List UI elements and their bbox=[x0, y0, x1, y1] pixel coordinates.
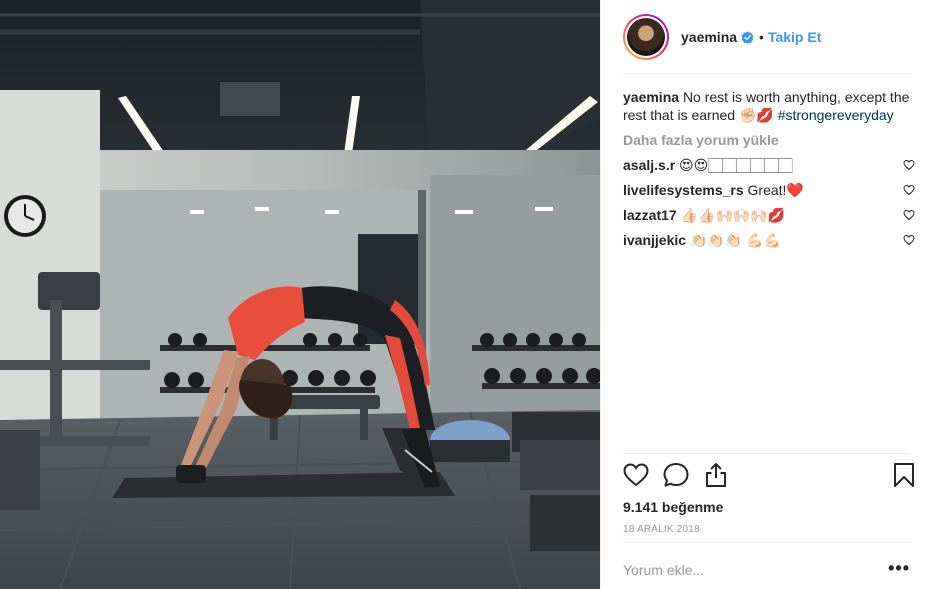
small-heart-icon[interactable] bbox=[903, 234, 915, 246]
bookmark-icon[interactable] bbox=[891, 462, 917, 488]
heart-outline-icon[interactable] bbox=[623, 462, 649, 488]
author-avatar[interactable] bbox=[623, 14, 669, 60]
post-side-panel: yaemina • Takip Et yaemina No rest is wo… bbox=[600, 0, 931, 589]
post-caption: yaemina No rest is worth anything, excep… bbox=[623, 88, 913, 124]
comment-row: lazzat17 👍🏻👍🏻🙌🏻🙌🏻🙌🏻💋 bbox=[623, 207, 915, 223]
comments-section: yaemina No rest is worth anything, excep… bbox=[623, 88, 915, 248]
verified-badge-icon bbox=[741, 30, 754, 44]
follow-button[interactable]: Takip Et bbox=[768, 29, 821, 45]
more-options-icon[interactable]: ••• bbox=[888, 559, 910, 577]
comment-input-divider bbox=[623, 542, 910, 543]
comment-username[interactable]: livelifesystems_rs bbox=[623, 182, 744, 198]
comment-username[interactable]: lazzat17 bbox=[623, 207, 677, 223]
small-heart-icon[interactable] bbox=[903, 184, 915, 196]
comment-text: 😍😍🏻🏻🏻🏻🏻🏻 bbox=[679, 157, 793, 173]
load-more-comments-button[interactable]: Daha fazla yorum yükle bbox=[623, 132, 913, 148]
comment-text: Great!❤️ bbox=[747, 182, 804, 198]
header-separator: • bbox=[759, 29, 764, 45]
comment-text: 👍🏻👍🏻🙌🏻🙌🏻🙌🏻💋 bbox=[680, 207, 786, 223]
gym-scene-image bbox=[0, 0, 600, 589]
comment-text: 👏🏻👏🏻👏🏻 💪🏻💪🏻 bbox=[689, 232, 781, 248]
small-heart-icon[interactable] bbox=[903, 159, 915, 171]
comment-username[interactable]: asalj.s.r bbox=[623, 157, 675, 173]
instagram-post: yaemina • Takip Et yaemina No rest is wo… bbox=[0, 0, 931, 589]
post-photo[interactable] bbox=[0, 0, 600, 589]
action-bar bbox=[623, 462, 914, 492]
caption-hashtag[interactable]: #strongereveryday bbox=[778, 107, 894, 123]
comment-input[interactable] bbox=[623, 556, 873, 584]
comment-username[interactable]: ivanjjekic bbox=[623, 232, 686, 248]
author-username[interactable]: yaemina bbox=[681, 29, 737, 45]
actions-divider bbox=[623, 453, 910, 454]
likes-count[interactable]: 9.141 beğenme bbox=[623, 499, 723, 515]
post-date[interactable]: 18 ARALIK 2018 bbox=[623, 524, 700, 535]
post-header: yaemina • Takip Et bbox=[601, 0, 931, 74]
speech-bubble-icon[interactable] bbox=[663, 462, 689, 488]
small-heart-icon[interactable] bbox=[903, 209, 915, 221]
caption-username[interactable]: yaemina bbox=[623, 89, 679, 105]
header-divider bbox=[623, 73, 911, 74]
comment-row: ivanjjekic 👏🏻👏🏻👏🏻 💪🏻💪🏻 bbox=[623, 232, 915, 248]
share-upload-icon[interactable] bbox=[703, 462, 729, 488]
comment-row: livelifesystems_rs Great!❤️ bbox=[623, 182, 915, 198]
comment-row: asalj.s.r 😍😍🏻🏻🏻🏻🏻🏻 bbox=[623, 157, 915, 173]
